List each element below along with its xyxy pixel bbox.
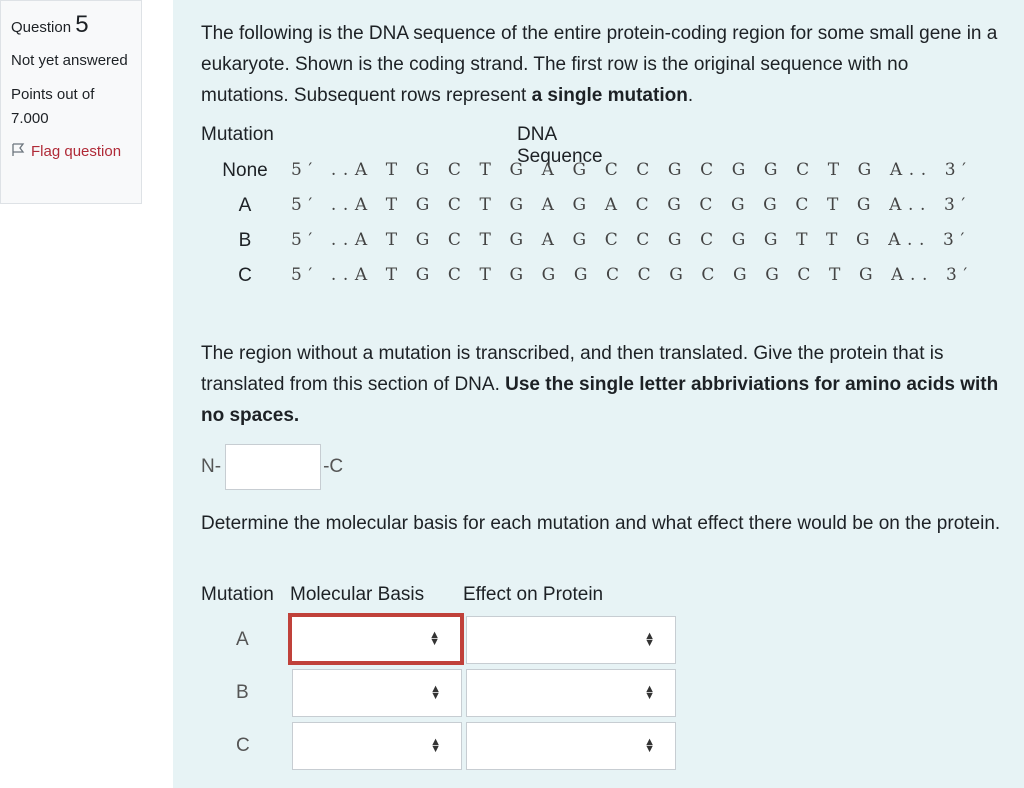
- mutation-row-a: A ▲ ▼ ▲ ▼: [201, 613, 701, 666]
- question-grade: Points out of 7.000: [11, 86, 95, 127]
- dna-sequence: 5′ ..A T G C T G G G C C G C G G C T G A…: [291, 265, 974, 285]
- mutation-row-c: C ▲ ▼ ▲ ▼: [201, 722, 701, 772]
- translation-prompt: The region without a mutation is transcr…: [201, 338, 1001, 431]
- molecular-basis-select[interactable]: ▲ ▼: [292, 722, 462, 770]
- mutation-row-label: C: [236, 735, 250, 756]
- header-effect-on-protein: Effect on Protein: [463, 584, 604, 605]
- effect-on-protein-select[interactable]: ▲ ▼: [466, 616, 676, 664]
- molecular-basis-select[interactable]: ▲ ▼: [288, 613, 464, 665]
- c-terminus-label: -C: [323, 456, 344, 477]
- up-down-arrows-icon: ▲ ▼: [644, 630, 655, 649]
- row-label: B: [238, 230, 252, 251]
- header-mutation: Mutation: [201, 124, 274, 145]
- up-down-arrows-icon: ▲ ▼: [644, 736, 655, 755]
- question-label: Question: [11, 19, 72, 36]
- flag-question-link[interactable]: Flag question: [11, 143, 131, 160]
- header-molecular-basis: Molecular Basis: [290, 584, 425, 605]
- up-down-arrows-icon: ▲ ▼: [430, 736, 441, 755]
- question-info-panel: Question 5 Not yet answered Points out o…: [0, 0, 142, 204]
- flag-question-label: Flag question: [31, 143, 122, 160]
- row-label: C: [238, 265, 252, 286]
- row-label: A: [238, 195, 252, 216]
- mutation-row-label: B: [236, 682, 249, 703]
- dna-sequence: 5′ ..A T G C T G A G A C G C G G C T G A…: [291, 195, 972, 215]
- intro-bold: a single mutation: [531, 85, 688, 106]
- protein-answer-line: N- -C: [201, 444, 343, 490]
- question-number: Question 5: [11, 11, 131, 39]
- dna-sequence: 5′ ..A T G C T G A G C C G C G G T T G A…: [291, 230, 971, 250]
- mutation-row-label: A: [236, 629, 249, 650]
- molecular-basis-select[interactable]: ▲ ▼: [292, 669, 462, 717]
- effect-on-protein-select[interactable]: ▲ ▼: [466, 669, 676, 717]
- intro-end: .: [687, 85, 694, 106]
- dna-sequence: 5′ ..A T G C T G A G C C G C G G C T G A…: [291, 160, 973, 180]
- up-down-arrows-icon: ▲ ▼: [429, 629, 440, 648]
- question-number-value: 5: [75, 11, 89, 38]
- question-formulation: The following is the DNA sequence of the…: [173, 0, 1024, 788]
- row-label: None: [222, 160, 268, 181]
- up-down-arrows-icon: ▲ ▼: [644, 683, 655, 702]
- question-state: Not yet answered: [11, 52, 128, 69]
- effect-on-protein-select[interactable]: ▲ ▼: [466, 722, 676, 770]
- mutation-row-b: B ▲ ▼ ▲ ▼: [201, 669, 701, 719]
- header-mutation-col: Mutation: [201, 584, 274, 605]
- n-terminus-label: N-: [201, 456, 222, 477]
- protein-answer-input[interactable]: [225, 444, 322, 490]
- mutation-basis-prompt: Determine the molecular basis for each m…: [201, 513, 1001, 534]
- flag-icon: [11, 143, 25, 160]
- question-intro: The following is the DNA sequence of the…: [201, 18, 1001, 111]
- up-down-arrows-icon: ▲ ▼: [430, 683, 441, 702]
